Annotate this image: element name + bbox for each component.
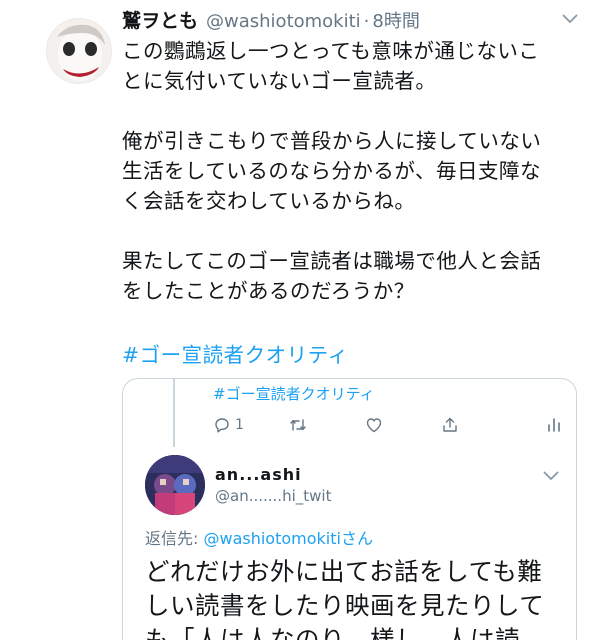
reply-line: どれだけお外に出てお話をしても難 bbox=[145, 557, 543, 586]
tweet-line: とに気付いていないゴー宣読者。 bbox=[122, 69, 437, 93]
reply-text: どれだけお外に出てお話をしても難 しい読書をしたり映画を見たりして も「人は人な… bbox=[145, 555, 565, 640]
tweet-text: この鸚鵡返し一つとっても意味が通じないこ とに気付いていないゴー宣読者。 俺が引… bbox=[122, 36, 592, 336]
like-icon bbox=[366, 418, 382, 433]
reply-author-avatar-image bbox=[145, 455, 205, 515]
reply-author-name[interactable]: an...ashi bbox=[215, 465, 302, 484]
analytics-icon bbox=[548, 418, 560, 432]
share-button[interactable] bbox=[441, 416, 517, 434]
reply-line: しい読書をしたり映画を見たりして bbox=[145, 591, 545, 620]
tweet-line: 生活をしているのなら分かるが、毎日支障な bbox=[122, 159, 541, 183]
chevron-down-icon[interactable] bbox=[543, 471, 559, 481]
tweet-paragraph: 俺が引きこもりで普段から人に接していない 生活をしているのなら分かるが、毎日支障… bbox=[122, 126, 592, 216]
chevron-down-icon[interactable] bbox=[562, 14, 578, 24]
author-display-name[interactable]: 鷲ヲとも bbox=[122, 6, 198, 33]
reply-author-avatar[interactable] bbox=[145, 455, 205, 515]
quoted-tweet-card[interactable]: #ゴー宣読者クオリティ 1 an...ashi @an.......hi_twi… bbox=[122, 378, 577, 640]
reply-to-line: 返信先: @washiotomokitiさん bbox=[145, 525, 373, 549]
tweet-header: 鷲ヲとも @washiotomokiti · 8時間 bbox=[122, 6, 420, 34]
separator-dot: · bbox=[363, 11, 370, 32]
author-avatar[interactable] bbox=[46, 18, 112, 84]
retweet-button[interactable] bbox=[289, 416, 365, 434]
retweet-icon bbox=[290, 419, 306, 431]
reply-to-mention[interactable]: @washiotomokitiさん bbox=[203, 529, 372, 548]
reply-count: 1 bbox=[235, 417, 244, 433]
tweet-paragraph: 果たしてこのゴー宣読者は職場で他人と会話 をしたことがあるのだろうか？ bbox=[122, 246, 592, 306]
analytics-button[interactable] bbox=[545, 416, 563, 434]
tweet-line: 俺が引きこもりで普段から人に接していない bbox=[122, 129, 542, 153]
tweet-line: く会話を交わしているからね。 bbox=[122, 189, 416, 213]
author-avatar-image bbox=[47, 19, 111, 83]
thread-connector-line bbox=[173, 379, 175, 447]
tweet-line: この鸚鵡返し一つとっても意味が通じないこ bbox=[122, 39, 540, 63]
like-button[interactable] bbox=[365, 416, 441, 434]
tweet-line: 果たしてこのゴー宣読者は職場で他人と会話 bbox=[122, 249, 542, 273]
tweet-paragraph: この鸚鵡返し一つとっても意味が通じないこ とに気付いていないゴー宣読者。 bbox=[122, 36, 592, 96]
tweet-line: をしたことがあるのだろうか？ bbox=[122, 279, 415, 303]
reply-icon bbox=[215, 418, 229, 433]
reply-to-prefix: 返信先: bbox=[145, 529, 204, 548]
tweet-actions-bar: 1 bbox=[213, 412, 563, 438]
tweet: 鷲ヲとも @washiotomokiti · 8時間 この鸚鵡返し一つとっても意… bbox=[0, 0, 605, 640]
hashtag-link[interactable]: #ゴー宣読者クオリティ bbox=[122, 338, 348, 368]
share-icon bbox=[443, 417, 457, 432]
quoted-hashtag-link[interactable]: #ゴー宣読者クオリティ bbox=[213, 383, 375, 404]
reply-line: も「人は人なのり 様し 人は読 bbox=[145, 625, 520, 640]
tweet-timestamp[interactable]: 8時間 bbox=[372, 7, 419, 33]
author-handle[interactable]: @washiotomokiti bbox=[206, 11, 361, 32]
reply-author-handle[interactable]: @an.......hi_twit bbox=[215, 487, 331, 505]
reply-button[interactable]: 1 bbox=[213, 416, 289, 434]
